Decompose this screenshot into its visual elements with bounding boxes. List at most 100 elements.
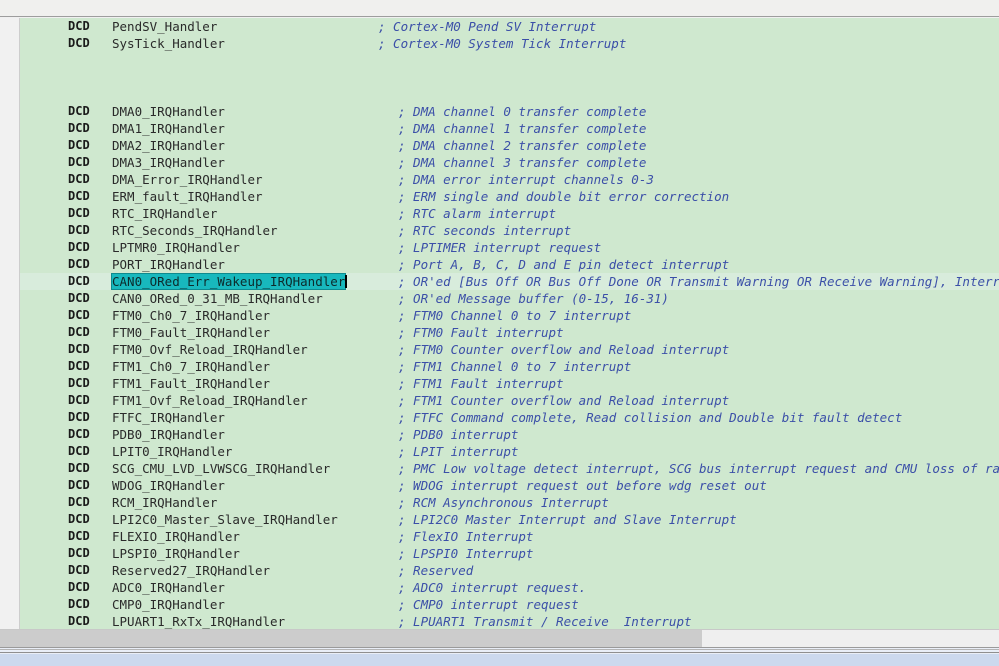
line-comment: ; FTFC Command complete, Read collision …	[398, 410, 903, 425]
handler-symbol[interactable]: FTM0_Ovf_Reload_IRQHandler	[112, 341, 308, 358]
code-line[interactable]: DCD Reserved27_IRQHandler ; Reserved	[20, 562, 999, 579]
line-comment: ; DMA error interrupt channels 0-3	[398, 172, 654, 187]
code-line[interactable]: DCD PORT_IRQHandler ; Port A, B, C, D and …	[20, 256, 999, 273]
code-line[interactable]: DCD RCM_IRQHandler ; RCM Asynchronous Inte…	[20, 494, 999, 511]
code-line[interactable]: DCD LPUART1_RxTx_IRQHandler ; LPUART1 Tran…	[20, 613, 999, 629]
line-comment: ; LPTIMER interrupt request	[398, 240, 602, 255]
handler-symbol[interactable]: DMA2_IRQHandler	[112, 137, 225, 154]
line-comment: ; Reserved	[398, 563, 474, 578]
code-line[interactable]: DCD FTM1_Ovf_Reload_IRQHandler ; FTM1 Coun…	[20, 392, 999, 409]
handler-symbol[interactable]: FTM0_Fault_IRQHandler	[112, 324, 270, 341]
handler-symbol[interactable]: PORT_IRQHandler	[112, 256, 225, 273]
handler-symbol[interactable]: LPTMR0_IRQHandler	[112, 239, 240, 256]
code-line[interactable]: DCD CMP0_IRQHandler ; CMP0 interrupt reque…	[20, 596, 999, 613]
handler-symbol[interactable]: LPIT0_IRQHandler	[112, 443, 232, 460]
handler-symbol[interactable]: LPI2C0_Master_Slave_IRQHandler	[112, 511, 338, 528]
horizontal-scrollbar[interactable]	[0, 629, 999, 647]
handler-symbol[interactable]: FTM0_Ch0_7_IRQHandler	[112, 307, 270, 324]
code-line[interactable]: DCD SCG_CMU_LVD_LVWSCG_IRQHandler ; PMC Lo…	[20, 460, 999, 477]
code-line[interactable]: DCD DMA1_IRQHandler ; DMA channel 1 transf…	[20, 120, 999, 137]
handler-symbol[interactable]: DMA1_IRQHandler	[112, 120, 225, 137]
code-line[interactable]: DCD LPTMR0_IRQHandler ; LPTIMER interrupt …	[20, 239, 999, 256]
code-line[interactable]: DCD FTFC_IRQHandler ; FTFC Command complet…	[20, 409, 999, 426]
handler-symbol[interactable]: LPSPI0_IRQHandler	[112, 545, 240, 562]
code-line[interactable]: DCD WDOG_IRQHandler ; WDOG interrupt reque…	[20, 477, 999, 494]
handler-symbol[interactable]: DMA_Error_IRQHandler	[112, 171, 263, 188]
handler-symbol[interactable]: PDB0_IRQHandler	[112, 426, 225, 443]
handler-symbol[interactable]: CAN0_ORed_0_31_MB_IRQHandler	[112, 290, 323, 307]
chrome-fill	[0, 654, 999, 666]
code-line[interactable]: DCD RTC_Seconds_IRQHandler ; RTC seconds i…	[20, 222, 999, 239]
line-comment: ; LPI2C0 Master Interrupt and Slave Inte…	[398, 512, 737, 527]
directive-keyword: DCD	[68, 104, 90, 118]
handler-symbol[interactable]: RCM_IRQHandler	[112, 494, 217, 511]
code-line[interactable]: DCD FTM1_Fault_IRQHandler ; FTM1 Fault int…	[20, 375, 999, 392]
handler-symbol[interactable]: DMA0_IRQHandler	[112, 103, 225, 120]
directive-keyword: DCD	[68, 325, 90, 339]
directive-keyword: DCD	[68, 172, 90, 186]
code-line[interactable]	[20, 52, 999, 69]
code-line[interactable]: DCD DMA_Error_IRQHandler ; DMA error inter…	[20, 171, 999, 188]
handler-symbol[interactable]: WDOG_IRQHandler	[112, 477, 225, 494]
directive-keyword: DCD	[68, 444, 90, 458]
code-line[interactable]: DCD FTM0_Ovf_Reload_IRQHandler ; FTM0 Coun…	[20, 341, 999, 358]
window-bottom-chrome	[0, 647, 999, 666]
code-line[interactable]: DCD DMA3_IRQHandler ; DMA channel 3 transf…	[20, 154, 999, 171]
selection-highlight[interactable]: CAN0_ORed_Err_Wakeup_IRQHandler	[112, 274, 346, 289]
directive-keyword: DCD	[68, 614, 90, 628]
handler-symbol[interactable]: FLEXIO_IRQHandler	[112, 528, 240, 545]
directive-keyword: DCD	[68, 138, 90, 152]
directive-keyword: DCD	[68, 206, 90, 220]
line-comment: ; Cortex-M0 System Tick Interrupt	[378, 36, 627, 51]
directive-keyword: DCD	[68, 308, 90, 322]
code-line[interactable]	[20, 86, 999, 103]
code-line[interactable]: DCD LPSPI0_IRQHandler ; LPSPI0 Interrupt	[20, 545, 999, 562]
directive-keyword: DCD	[68, 597, 90, 611]
code-line[interactable]: DCD FTM0_Fault_IRQHandler ; FTM0 Fault int…	[20, 324, 999, 341]
editor-top-chrome	[0, 0, 999, 17]
directive-keyword: DCD	[68, 36, 90, 50]
line-comment: ; ADC0 interrupt request.	[398, 580, 587, 595]
code-line[interactable]: DCD LPI2C0_Master_Slave_IRQHandler ; LPI2C…	[20, 511, 999, 528]
code-line[interactable]: DCD RTC_IRQHandler ; RTC alarm interrupt	[20, 205, 999, 222]
code-line[interactable]: DCD LPIT0_IRQHandler ; LPIT interrupt	[20, 443, 999, 460]
code-editor-viewport[interactable]: DCD PendSV_Handler ; Cortex-M0 Pend SV Int…	[0, 18, 999, 629]
directive-keyword: DCD	[68, 155, 90, 169]
line-comment: ; FTM0 Channel 0 to 7 interrupt	[398, 308, 632, 323]
code-line[interactable]: DCD DMA2_IRQHandler ; DMA channel 2 transf…	[20, 137, 999, 154]
handler-symbol[interactable]: FTM1_Ch0_7_IRQHandler	[112, 358, 270, 375]
handler-symbol[interactable]: RTC_Seconds_IRQHandler	[112, 222, 278, 239]
code-line[interactable]: DCD ADC0_IRQHandler ; ADC0 interrupt reque…	[20, 579, 999, 596]
code-line[interactable]	[20, 69, 999, 86]
code-line[interactable]: DCD FTM0_Ch0_7_IRQHandler ; FTM0 Channel 0…	[20, 307, 999, 324]
handler-symbol[interactable]: DMA3_IRQHandler	[112, 154, 225, 171]
selected-symbol[interactable]: CAN0_ORed_Err_Wakeup_IRQHandler	[112, 273, 348, 290]
handler-symbol[interactable]: PendSV_Handler	[112, 18, 217, 35]
handler-symbol[interactable]: RTC_IRQHandler	[112, 205, 217, 222]
handler-symbol[interactable]: FTM1_Fault_IRQHandler	[112, 375, 270, 392]
code-line[interactable]: DCD ERM_fault_IRQHandler ; ERM single and …	[20, 188, 999, 205]
code-line[interactable]: DCD PendSV_Handler ; Cortex-M0 Pend SV Int…	[20, 18, 999, 35]
editor-fold-gutter[interactable]	[0, 18, 20, 629]
handler-symbol[interactable]: ERM_fault_IRQHandler	[112, 188, 263, 205]
handler-symbol[interactable]: FTM1_Ovf_Reload_IRQHandler	[112, 392, 308, 409]
code-line[interactable]: DCD DMA0_IRQHandler ; DMA channel 0 transf…	[20, 103, 999, 120]
handler-symbol[interactable]: LPUART1_RxTx_IRQHandler	[112, 613, 285, 629]
handler-symbol[interactable]: ADC0_IRQHandler	[112, 579, 225, 596]
horizontal-scrollbar-thumb[interactable]	[0, 630, 702, 647]
code-line[interactable]: DCD CAN0_ORed_0_31_MB_IRQHandler ; OR'ed M…	[20, 290, 999, 307]
code-text-area[interactable]: DCD PendSV_Handler ; Cortex-M0 Pend SV Int…	[20, 18, 999, 629]
code-line[interactable]: DCD PDB0_IRQHandler ; PDB0 interrupt	[20, 426, 999, 443]
code-line[interactable]: DCD FTM1_Ch0_7_IRQHandler ; FTM1 Channel 0…	[20, 358, 999, 375]
handler-symbol[interactable]: Reserved27_IRQHandler	[112, 562, 270, 579]
code-line[interactable]: DCD SysTick_Handler ; Cortex-M0 System Tic…	[20, 35, 999, 52]
handler-symbol[interactable]: SysTick_Handler	[112, 35, 225, 52]
directive-keyword: DCD	[68, 257, 90, 271]
code-line[interactable]: DCD FLEXIO_IRQHandler ; FlexIO Interrupt	[20, 528, 999, 545]
line-comment: ; Port A, B, C, D and E pin detect inter…	[398, 257, 730, 272]
handler-symbol[interactable]: FTFC_IRQHandler	[112, 409, 225, 426]
handler-symbol[interactable]: CMP0_IRQHandler	[112, 596, 225, 613]
code-line[interactable]: DCD CAN0_ORed_Err_Wakeup_IRQHandler ; OR'e…	[20, 273, 999, 290]
line-comment: ; LPSPI0 Interrupt	[398, 546, 534, 561]
handler-symbol[interactable]: SCG_CMU_LVD_LVWSCG_IRQHandler	[112, 460, 330, 477]
